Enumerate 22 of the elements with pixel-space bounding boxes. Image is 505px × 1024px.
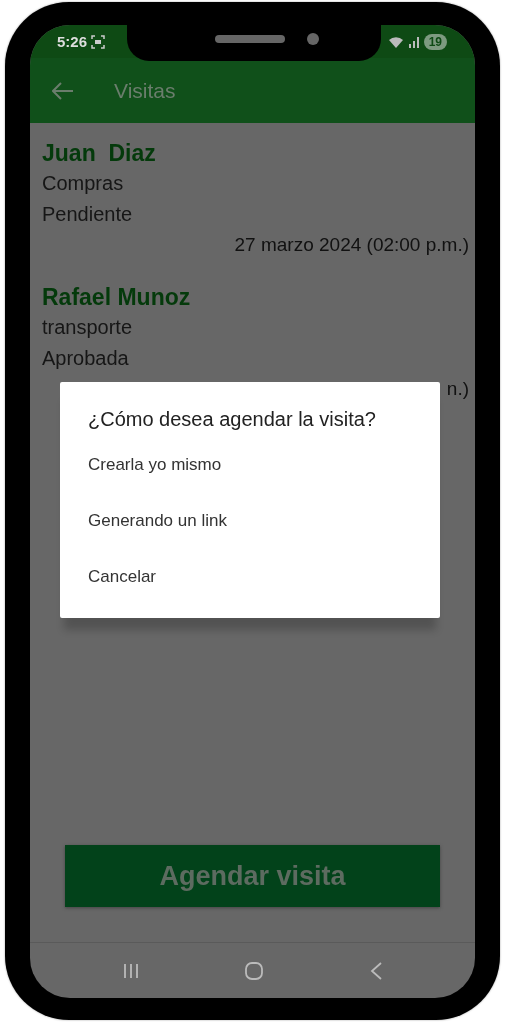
visit-date: 27 marzo 2024 (02:00 p.m.) — [234, 233, 469, 257]
visit-name: Rafael Munoz — [42, 283, 192, 312]
visit-date: n.) — [446, 377, 469, 401]
visit-category: Compras — [42, 171, 125, 196]
visit-name: Juan Diaz — [42, 139, 157, 168]
recent-apps-icon[interactable] — [122, 961, 141, 980]
dialog-option[interactable]: Cancelar — [88, 567, 412, 587]
visit-status: Pendiente — [42, 202, 134, 227]
battery-level: 19 — [423, 33, 447, 50]
back-icon[interactable] — [368, 960, 383, 981]
signal-icon — [407, 35, 420, 48]
visit-category: transporte — [42, 315, 134, 340]
dialog-title: ¿Cómo desea agendar la visita? — [88, 408, 377, 431]
home-icon[interactable] — [244, 960, 265, 981]
back-arrow-icon[interactable] — [52, 81, 74, 100]
wifi-icon — [387, 35, 404, 48]
dialog-option[interactable]: Generando un link — [88, 511, 412, 531]
status-time: 5:26 — [57, 33, 88, 50]
dialog-option[interactable]: Crearla yo mismo — [88, 455, 412, 475]
app-bar-title: Visitas — [114, 78, 176, 103]
screenshot-icon — [91, 34, 106, 49]
visit-status: Aprobada — [42, 346, 130, 371]
